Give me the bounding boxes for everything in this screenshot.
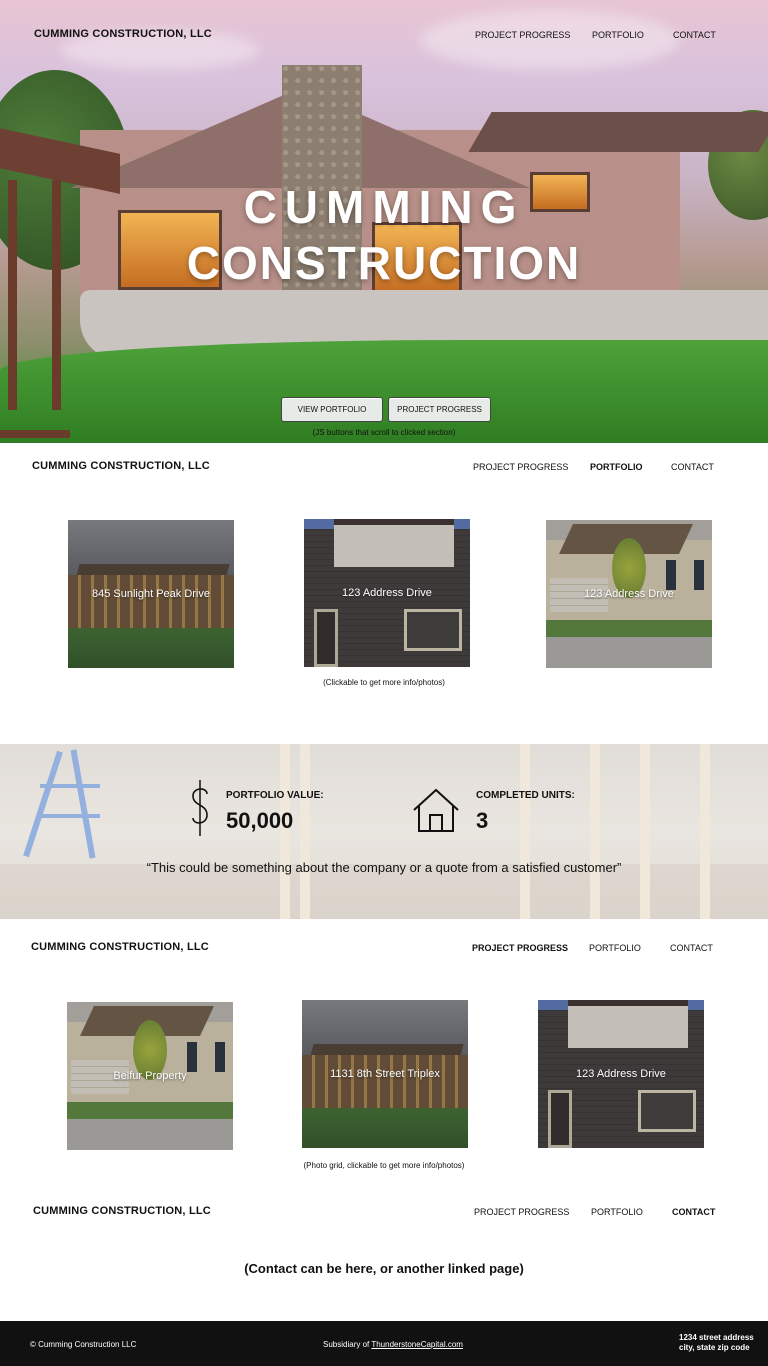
- footer-subsidiary: Subsidiary of ThunderstoneCapital.com: [323, 1340, 463, 1349]
- hero-title-line1: CUMMING: [243, 181, 525, 233]
- brand-logo[interactable]: CUMMING CONSTRUCTION, LLC: [34, 28, 212, 40]
- nav-portfolio[interactable]: PORTFOLIO: [591, 1207, 643, 1217]
- contact-nav: CUMMING CONSTRUCTION, LLC PROJECT PROGRE…: [0, 1191, 768, 1231]
- hero-note: (JS buttons that scroll to clicked secti…: [312, 428, 456, 437]
- testimonial-quote: “This could be something about the compa…: [146, 860, 622, 875]
- progress-card[interactable]: Belfur Property: [67, 1002, 233, 1150]
- nav-project-progress[interactable]: PROJECT PROGRESS: [472, 943, 568, 953]
- portfolio-value: 50,000: [226, 808, 294, 833]
- nav-portfolio[interactable]: PORTFOLIO: [589, 943, 641, 953]
- progress-card[interactable]: 1131 8th Street Triplex: [302, 1000, 468, 1148]
- progress-nav: CUMMING CONSTRUCTION, LLC PROJECT PROGRE…: [0, 927, 768, 967]
- footer-address: 1234 street address city, state zip code: [679, 1333, 754, 1353]
- nav-portfolio[interactable]: PORTFOLIO: [590, 462, 643, 472]
- hero-section: CUMMING CONSTRUCTION, LLC PROJECT PROGRE…: [0, 0, 768, 443]
- progress-note: (Photo grid, clickable to get more info/…: [303, 1161, 465, 1170]
- portfolio-value-label: PORTFOLIO VALUE:: [226, 790, 324, 801]
- contact-note: (Contact can be here, or another linked …: [244, 1261, 524, 1276]
- nav-contact[interactable]: CONTACT: [670, 943, 713, 953]
- portfolio-card[interactable]: 845 Sunlight Peak Drive: [68, 520, 234, 668]
- card-caption: 123 Address Drive: [546, 520, 712, 668]
- view-portfolio-button[interactable]: VIEW PORTFOLIO: [281, 397, 383, 422]
- portfolio-nav: CUMMING CONSTRUCTION, LLC PROJECT PROGRE…: [0, 447, 768, 487]
- subsidiary-link[interactable]: ThunderstoneCapital.com: [371, 1340, 463, 1349]
- nav-project-progress[interactable]: PROJECT PROGRESS: [474, 1207, 569, 1217]
- nav-project-progress[interactable]: PROJECT PROGRESS: [475, 30, 570, 40]
- card-caption: 1131 8th Street Triplex: [302, 1000, 468, 1148]
- nav-project-progress[interactable]: PROJECT PROGRESS: [473, 462, 568, 472]
- card-caption: 123 Address Drive: [538, 1000, 704, 1148]
- address-line2: city, state zip code: [679, 1343, 750, 1352]
- completed-units-label: COMPLETED UNITS:: [476, 790, 575, 801]
- address-line1: 1234 street address: [679, 1333, 754, 1342]
- nav-contact[interactable]: CONTACT: [672, 1207, 715, 1217]
- stats-band: [0, 744, 768, 919]
- nav-contact[interactable]: CONTACT: [673, 30, 716, 40]
- subsidiary-prefix: Subsidiary of: [323, 1340, 372, 1349]
- completed-units: 3: [476, 808, 489, 833]
- portfolio-note: (Clickable to get more info/photos): [323, 678, 445, 687]
- house-roof-right: [468, 112, 768, 152]
- brand-logo[interactable]: CUMMING CONSTRUCTION, LLC: [31, 941, 209, 953]
- dollar-icon: [192, 780, 208, 836]
- hero-nav: CUMMING CONSTRUCTION, LLC PROJECT PROGRE…: [0, 0, 768, 68]
- brand-logo[interactable]: CUMMING CONSTRUCTION, LLC: [33, 1205, 211, 1217]
- card-caption: 123 Address Drive: [304, 519, 470, 667]
- nav-contact[interactable]: CONTACT: [671, 462, 714, 472]
- portfolio-card[interactable]: 123 Address Drive: [304, 519, 470, 667]
- card-caption: 845 Sunlight Peak Drive: [68, 520, 234, 668]
- nav-portfolio[interactable]: PORTFOLIO: [592, 30, 644, 40]
- house-icon: [413, 788, 459, 832]
- brand-logo[interactable]: CUMMING CONSTRUCTION, LLC: [32, 460, 210, 472]
- card-caption: Belfur Property: [67, 1002, 233, 1150]
- portfolio-card[interactable]: 123 Address Drive: [546, 520, 712, 668]
- hero-title-line2: CONSTRUCTION: [186, 237, 582, 289]
- footer: © Cumming Construction LLC Subsidiary of…: [0, 1321, 768, 1366]
- progress-card[interactable]: 123 Address Drive: [538, 1000, 704, 1148]
- project-progress-button[interactable]: PROJECT PROGRESS: [388, 397, 491, 422]
- footer-copyright: © Cumming Construction LLC: [30, 1340, 137, 1349]
